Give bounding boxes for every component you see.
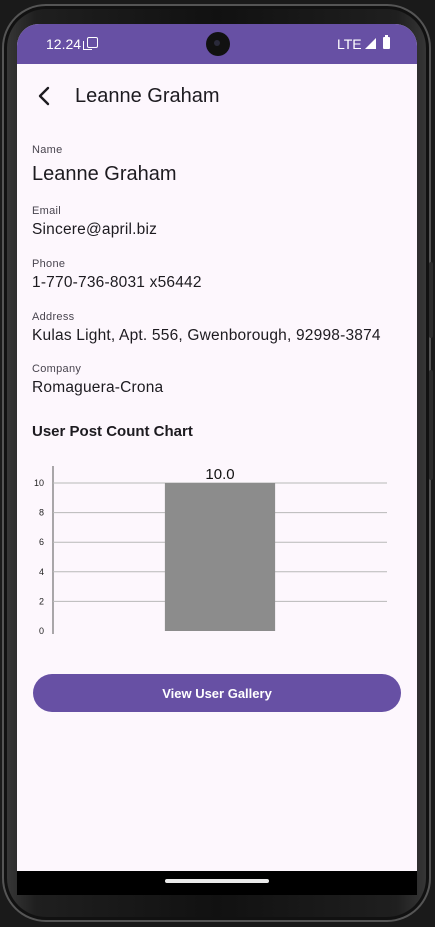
name-value: Leanne Graham [32,163,177,185]
phone-label: Phone [32,258,66,270]
arrow-back-icon [38,86,50,106]
phone-value: 1-770-736-8031 x56442 [32,274,202,291]
app-screen: 12.24 LTE Leanne Graham Name Leanne Grah… [17,24,417,895]
company-value: Romaguera-Crona [32,379,164,396]
status-bar: 12.24 LTE [17,24,417,64]
bar-value-label: 10.0 [205,466,234,483]
view-gallery-button[interactable]: View User Gallery [33,674,401,712]
navigation-bar [17,871,417,895]
chart-title: User Post Count Chart [32,423,193,440]
camera-cutout [206,32,230,56]
email-label: Email [32,205,62,217]
clipboard-icon [83,37,98,50]
home-indicator[interactable] [165,879,269,883]
top-app-bar: Leanne Graham [17,64,417,128]
signal-icon [365,38,376,49]
email-value: Sincere@april.biz [32,221,158,238]
bar [164,483,276,631]
y-tick-label: 10 [34,478,44,488]
status-time: 12.24 [46,36,82,52]
y-tick-label: 0 [39,626,44,636]
post-count-chart: 0 2 4 6 8 10 10.0 [34,466,387,636]
company-label: Company [32,363,82,375]
network-type: LTE [337,36,362,52]
battery-icon [383,35,390,49]
y-tick-label: 4 [39,567,44,577]
power-button [429,262,433,338]
address-value: Kulas Light, Apt. 556, Gwenborough, 9299… [32,327,381,344]
page-title: Leanne Graham [75,85,220,107]
back-button[interactable] [25,76,65,116]
y-tick-label: 6 [39,537,44,547]
y-tick-label: 2 [39,596,44,606]
name-label: Name [32,144,63,156]
address-label: Address [32,311,75,323]
y-tick-label: 8 [39,508,44,518]
volume-button [429,370,433,480]
